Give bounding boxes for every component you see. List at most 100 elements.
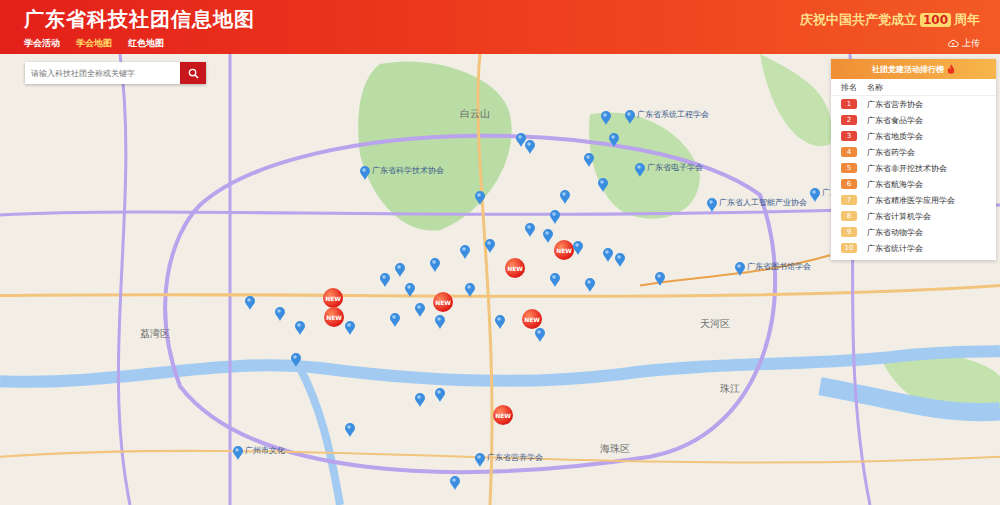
nav-tab[interactable]: 学会活动	[24, 37, 60, 50]
map-pin[interactable]: 广东省系统工程学会	[625, 110, 709, 124]
map-pin[interactable]	[584, 153, 594, 167]
map-pin[interactable]: 广东省科学技术协会	[360, 166, 444, 180]
ranking-row[interactable]: 1广东省营养协会	[831, 96, 996, 112]
pin-icon	[430, 258, 440, 272]
map-pin[interactable]	[345, 423, 355, 437]
ranking-row[interactable]: 10广东省统计学会	[831, 240, 996, 256]
map-pin[interactable]	[405, 283, 415, 297]
map-pin[interactable]	[609, 133, 619, 147]
ranking-row[interactable]: 8广东省计算机学会	[831, 208, 996, 224]
pin-icon	[291, 353, 301, 367]
map-pin[interactable]	[485, 239, 495, 253]
map-pin[interactable]: NEW	[493, 405, 513, 425]
nav-tabs: 学会活动 学会地图 红色地图	[24, 37, 164, 50]
map-pin[interactable]	[598, 178, 608, 192]
pin-icon	[735, 262, 745, 276]
ranking-title-text: 社团党建活动排行榜	[872, 64, 944, 75]
map-pin[interactable]	[560, 190, 570, 204]
pin-icon	[584, 153, 594, 167]
map-pin[interactable]	[535, 328, 545, 342]
map-pin[interactable]	[585, 278, 595, 292]
nav-tab[interactable]: 学会地图	[76, 37, 112, 50]
map-pin[interactable]	[430, 258, 440, 272]
map-pin[interactable]: 广东省人工智能产业协会	[707, 198, 807, 212]
map-pin[interactable]	[543, 229, 553, 243]
map-pin[interactable]	[516, 133, 526, 147]
cloud-upload-icon	[947, 39, 959, 48]
map-pin[interactable]: NEW	[522, 309, 542, 329]
map-pin[interactable]: NEW	[433, 292, 453, 312]
map-pin[interactable]	[603, 248, 613, 262]
map-pin[interactable]: 广东省图书馆学会	[735, 262, 811, 276]
map-pin[interactable]	[615, 253, 625, 267]
rank-badge: 6	[841, 179, 857, 189]
search-icon	[188, 68, 199, 79]
map-pin[interactable]	[495, 315, 505, 329]
map-pin[interactable]	[415, 393, 425, 407]
map-pin[interactable]	[415, 303, 425, 317]
pin-icon	[573, 241, 583, 255]
map-pin[interactable]	[450, 476, 460, 490]
pin-icon	[233, 446, 243, 460]
ranking-row[interactable]: 7广东省精准医学应用学会	[831, 192, 996, 208]
map-pin[interactable]	[435, 315, 445, 329]
map-pin[interactable]	[525, 223, 535, 237]
new-badge: NEW	[323, 288, 343, 308]
map-pin[interactable]	[655, 272, 665, 286]
map-pin[interactable]	[435, 388, 445, 402]
map-pin[interactable]	[465, 283, 475, 297]
page: 广东省科技社团信息地图 庆祝中国共产党成立100周年学会活动 学会地图 红色地图 上传白…	[0, 0, 1000, 505]
map-pin[interactable]: NEW	[324, 307, 344, 327]
ranking-row[interactable]: 5广东省非开挖技术协会	[831, 160, 996, 176]
map-pin[interactable]	[390, 313, 400, 327]
pin-icon	[485, 239, 495, 253]
ranking-row[interactable]: 9广东省动物学会	[831, 224, 996, 240]
map-pin[interactable]	[291, 353, 301, 367]
pin-icon	[655, 272, 665, 286]
map-pin[interactable]: 广州市文化	[233, 446, 285, 460]
pin-icon	[390, 313, 400, 327]
map-pin[interactable]: 广东省电子学会	[635, 163, 703, 177]
map-pin[interactable]	[380, 273, 390, 287]
map-pin[interactable]: NEW	[554, 240, 574, 260]
pin-icon	[535, 328, 545, 342]
map-pin[interactable]	[460, 245, 470, 259]
society-name: 广东省营养协会	[867, 99, 996, 110]
map-pin[interactable]	[245, 296, 255, 310]
map-pin[interactable]	[275, 307, 285, 321]
pin-icon	[495, 315, 505, 329]
map-pin[interactable]	[295, 321, 305, 335]
map-pin[interactable]	[550, 273, 560, 287]
place-label: 天河区	[700, 317, 730, 331]
map[interactable]: 白云山天河区荔湾区珠江海珠区NEWNEWNEWNEWNEWNEWNEW广东省系统…	[0, 54, 1000, 505]
map-pin[interactable]: NEW	[505, 258, 525, 278]
map-pin[interactable]: NEW	[323, 288, 343, 308]
map-pin[interactable]	[475, 191, 485, 205]
celebration-suffix: 周年	[954, 11, 980, 29]
pin-label: 广东省营养学会	[487, 453, 543, 463]
ranking-row[interactable]: 4广东省药学会	[831, 144, 996, 160]
celebration-banner: 庆祝中国共产党成立100周年	[800, 11, 980, 29]
title-row: 广东省科技社团信息地图 庆祝中国共产党成立100周年	[0, 0, 1000, 35]
site-title: 广东省科技社团信息地图	[24, 6, 255, 33]
pin-icon	[603, 248, 613, 262]
ranking-row[interactable]: 6广东省航海学会	[831, 176, 996, 192]
ranking-row[interactable]: 3广东省地质学会	[831, 128, 996, 144]
map-pin[interactable]: 广东省营养学会	[475, 453, 543, 467]
new-badge: NEW	[433, 292, 453, 312]
pin-icon	[625, 110, 635, 124]
map-pin[interactable]	[395, 263, 405, 277]
map-pin[interactable]	[525, 140, 535, 154]
map-pin[interactable]	[573, 241, 583, 255]
nav-tab[interactable]: 红色地图	[128, 37, 164, 50]
pin-icon	[475, 191, 485, 205]
map-pin[interactable]	[345, 321, 355, 335]
search-input[interactable]	[25, 62, 180, 84]
nav-bar: 学会活动 学会地图 红色地图 上传	[0, 35, 1000, 54]
ranking-row[interactable]: 2广东省食品学会	[831, 112, 996, 128]
search-button[interactable]	[180, 62, 206, 84]
map-pin[interactable]	[550, 210, 560, 224]
pin-icon	[609, 133, 619, 147]
map-pin[interactable]	[601, 111, 611, 125]
upload-button[interactable]: 上传	[947, 37, 980, 50]
